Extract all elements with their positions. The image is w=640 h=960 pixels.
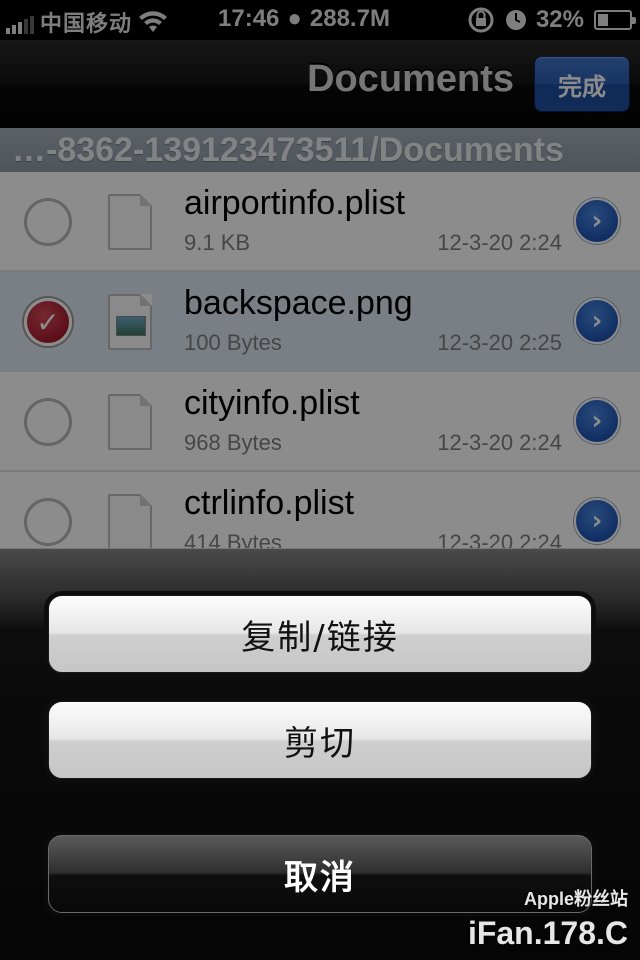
file-row-airportinfo[interactable]: airportinfo.plist 9.1 KB 12-3-20 2:24 ›	[0, 172, 640, 272]
battery-charging-icon	[594, 10, 636, 30]
cut-button[interactable]: 剪切	[48, 701, 592, 779]
copy-link-button[interactable]: 复制/链接	[48, 595, 592, 673]
select-checkbox[interactable]	[24, 498, 72, 546]
file-row-ctrlinfo[interactable]: ctrlinfo.plist 414 Bytes 12-3-20 2:24 ›	[0, 472, 640, 548]
file-row-cityinfo[interactable]: cityinfo.plist 968 Bytes 12-3-20 2:24 ›	[0, 372, 640, 472]
file-date: 12-3-20 2:24	[437, 230, 562, 255]
cancel-button[interactable]: 取消	[48, 835, 592, 913]
file-size: 968 Bytes	[184, 430, 282, 455]
document-icon	[108, 394, 152, 450]
file-name: backspace.png	[184, 284, 413, 322]
clock-icon	[505, 10, 526, 30]
file-size: 100 Bytes	[184, 330, 282, 355]
file-date: 12-3-20 2:24	[437, 430, 562, 455]
carrier-name: 中国移动	[40, 12, 133, 37]
disclosure-arrow-icon[interactable]: ›	[574, 498, 620, 544]
document-icon	[108, 194, 152, 250]
select-checkbox[interactable]	[24, 398, 72, 446]
wifi-icon	[139, 11, 168, 32]
file-date: 12-3-20 2:24	[437, 530, 562, 548]
file-row-backspace[interactable]: ✓ backspace.png 100 Bytes 12-3-20 2:25 ›	[0, 272, 640, 372]
disclosure-arrow-icon[interactable]: ›	[574, 198, 620, 244]
status-time: 17:46	[218, 5, 280, 32]
memory-readout: 288.7M	[309, 5, 390, 32]
rotation-lock-icon	[468, 7, 494, 33]
battery-percent: 32%	[535, 6, 584, 33]
file-date: 12-3-20 2:25	[437, 330, 562, 355]
file-name: airportinfo.plist	[184, 184, 406, 222]
file-name: cityinfo.plist	[184, 384, 360, 422]
select-checkbox-checked[interactable]: ✓	[24, 298, 72, 346]
document-icon	[108, 494, 152, 548]
apple-icon: ●	[287, 5, 302, 32]
file-list: airportinfo.plist 9.1 KB 12-3-20 2:24 › …	[0, 172, 640, 548]
file-size: 414 Bytes	[184, 530, 282, 548]
watermark-small: Apple粉丝站	[523, 889, 628, 909]
navigation-bar: Documents 完成	[0, 40, 640, 128]
watermark: Apple粉丝站 iFan.178.C	[467, 889, 628, 952]
done-button[interactable]: 完成	[534, 56, 630, 112]
path-header: …-8362-139123473511/Documents	[0, 128, 640, 172]
file-name: ctrlinfo.plist	[184, 484, 355, 522]
signal-bars-icon	[6, 14, 34, 34]
page-title: Documents	[307, 58, 514, 100]
disclosure-arrow-icon[interactable]: ›	[574, 298, 620, 344]
select-checkbox[interactable]	[24, 198, 72, 246]
file-size: 9.1 KB	[184, 230, 251, 255]
image-file-icon	[108, 294, 152, 350]
watermark-site: iFan.178.C	[467, 915, 628, 951]
disclosure-arrow-icon[interactable]: ›	[574, 398, 620, 444]
status-bar: 中国移动 17:46 ● 288.7M 32%	[0, 0, 640, 40]
